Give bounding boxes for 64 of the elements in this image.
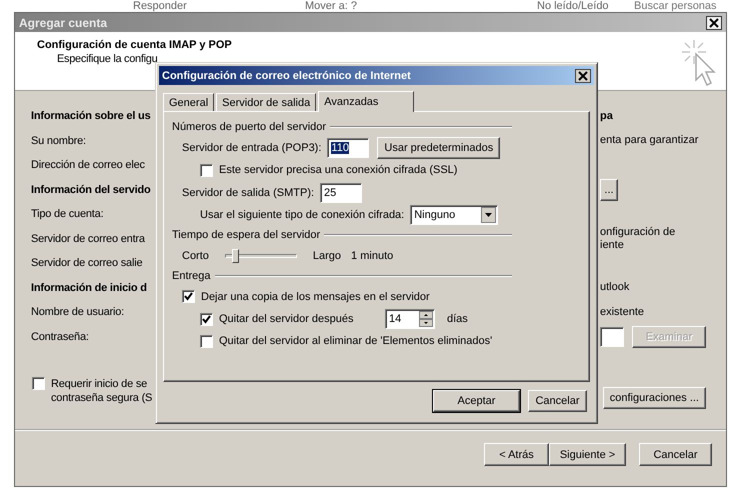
slider-label: Corto bbox=[182, 250, 209, 262]
checkbox-label: Quitar del servidor después bbox=[219, 313, 355, 325]
info-text: enta para garantizar bbox=[600, 134, 698, 148]
checkbox[interactable] bbox=[200, 164, 213, 176]
info-text: onfiguración de bbox=[600, 226, 676, 239]
tab[interactable]: Servidor de salida bbox=[216, 93, 316, 111]
checkbox[interactable] bbox=[182, 290, 195, 303]
port-field[interactable]: 110 bbox=[327, 138, 370, 158]
close-icon[interactable] bbox=[706, 16, 722, 30]
wizard-button[interactable]: Siguiente > bbox=[549, 443, 626, 466]
group-title: Tiempo de espera del servidor bbox=[172, 229, 320, 241]
window-title: Configuración de correo electrónico de Internet bbox=[162, 70, 411, 82]
field-label: Dirección de correo elec bbox=[31, 159, 145, 172]
field-label: Servidor de entrada (POP3): bbox=[182, 142, 322, 154]
window-title: Agregar cuenta bbox=[19, 16, 108, 30]
group-title: Entrega bbox=[172, 270, 211, 282]
info-text: pa bbox=[600, 110, 613, 123]
section-heading: Información sobre el us bbox=[31, 110, 150, 122]
field-label: Tipo de cuenta: bbox=[31, 208, 104, 220]
unit-label: días bbox=[447, 313, 468, 325]
wizard-button[interactable]: < Atrás bbox=[484, 443, 549, 466]
spinner-arrows-icon[interactable] bbox=[419, 311, 433, 327]
checkbox[interactable] bbox=[32, 377, 45, 390]
description-text: Especifique la configu bbox=[56, 53, 158, 66]
field-label: Servidor de correo salie bbox=[31, 257, 142, 270]
checkbox[interactable] bbox=[200, 312, 213, 326]
path-field[interactable] bbox=[600, 326, 624, 347]
field-label: Usar el siguiente tipo de conexión cifrada: bbox=[200, 209, 404, 221]
defaults-button[interactable]: Usar predeterminados bbox=[377, 136, 500, 158]
field-label: Servidor de salida (SMTP): bbox=[182, 186, 314, 198]
port-field[interactable]: 25 bbox=[320, 182, 362, 202]
timeout-slider[interactable] bbox=[224, 248, 297, 262]
slider-value: 1 minuto bbox=[351, 250, 394, 262]
checkbox-label: Quitar del servidor al eliminar de 'Elementos eliminados' bbox=[219, 335, 492, 347]
dialog-button[interactable]: Aceptar bbox=[433, 390, 520, 412]
field-label: Contraseña: bbox=[31, 330, 89, 343]
checkbox-label: contraseña segura (S bbox=[51, 391, 152, 405]
info-text: existente bbox=[600, 306, 644, 319]
checkbox[interactable] bbox=[200, 334, 213, 348]
tab[interactable]: General bbox=[163, 93, 214, 111]
section-heading: Información de inicio d bbox=[31, 282, 147, 294]
checkbox-label: Requerir inicio de se bbox=[51, 377, 148, 391]
field-label: Nombre de usuario: bbox=[31, 306, 124, 318]
dialog-button[interactable]: Cancelar bbox=[528, 390, 587, 412]
field-label: Servidor de correo entra bbox=[31, 232, 145, 245]
more-button[interactable]: ... bbox=[600, 178, 618, 201]
wizard-button[interactable]: Cancelar bbox=[639, 443, 712, 466]
section-heading: Configuración de cuenta IMAP y POP bbox=[37, 39, 232, 52]
field-label: Su nombre: bbox=[31, 134, 86, 147]
days-spinner[interactable]: 14 bbox=[385, 309, 435, 329]
info-text: utlook bbox=[600, 281, 630, 294]
toolbar-item[interactable]: No leído/Leído bbox=[537, 0, 609, 12]
close-icon[interactable] bbox=[575, 68, 591, 82]
more-settings-button[interactable]: configuraciones ... bbox=[602, 387, 706, 409]
toolbar-item[interactable]: Mover a: ? bbox=[305, 0, 357, 12]
section-heading: Información del servido bbox=[31, 184, 150, 196]
info-text: iente bbox=[600, 238, 625, 252]
checkbox-label: Dejar una copia de los mensajes en el servidor bbox=[201, 290, 430, 302]
tab[interactable]: Avanzadas bbox=[318, 91, 414, 112]
group-title: Números de puerto del servidor bbox=[172, 121, 326, 133]
encryption-dropdown[interactable]: Ninguno bbox=[410, 205, 498, 225]
slider-label: Largo bbox=[312, 250, 342, 262]
checkbox-label: Este servidor precisa una conexión cifrada (SSL) bbox=[219, 164, 458, 176]
toolbar-item[interactable]: Responder bbox=[133, 0, 187, 12]
